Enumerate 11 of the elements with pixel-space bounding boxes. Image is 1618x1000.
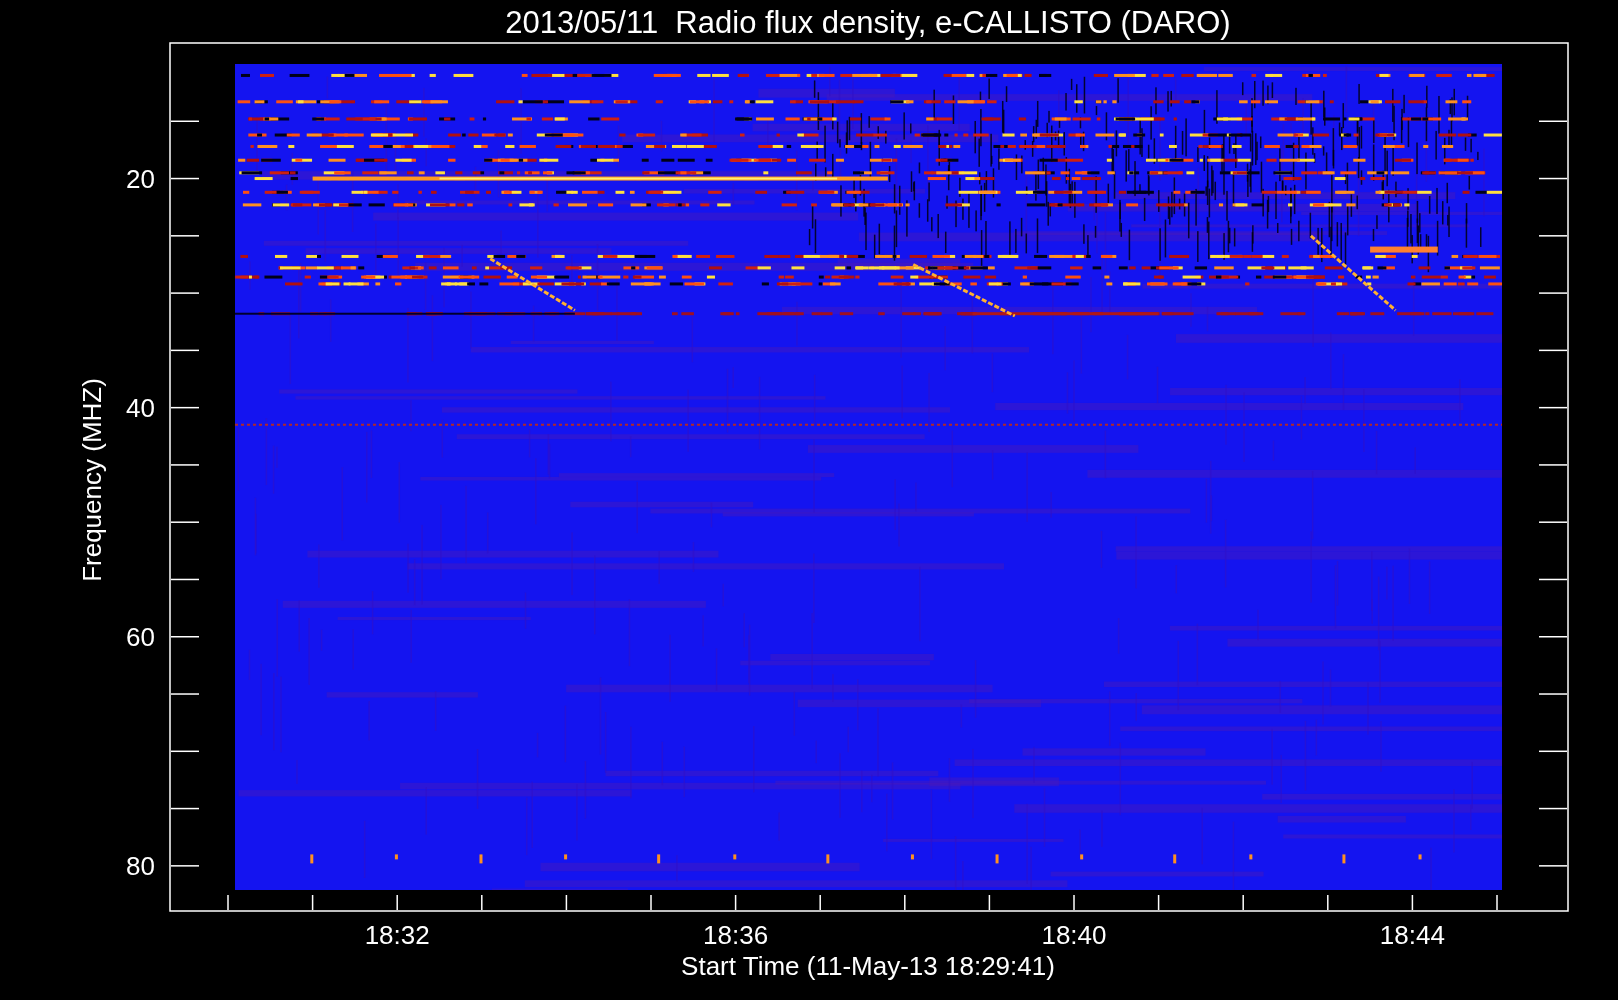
plot-title: 2013/05/11 Radio flux density, e-CALLISTO (DARO) (505, 5, 1231, 40)
tick-label: 20 (126, 163, 155, 194)
tick-label: 18:32 (364, 920, 430, 950)
axis-label: Start Time (11-May-13 18:29:41) (681, 951, 1055, 981)
axis-label: Frequency (MHZ) (77, 378, 107, 582)
tick-label: 18:40 (1041, 920, 1107, 950)
tick-label: 80 (126, 850, 155, 881)
tick-label: 60 (126, 621, 155, 652)
tick-label: 40 (126, 392, 155, 423)
tick-label: 18:36 (703, 920, 769, 950)
tick-label: 18:44 (1379, 920, 1445, 950)
